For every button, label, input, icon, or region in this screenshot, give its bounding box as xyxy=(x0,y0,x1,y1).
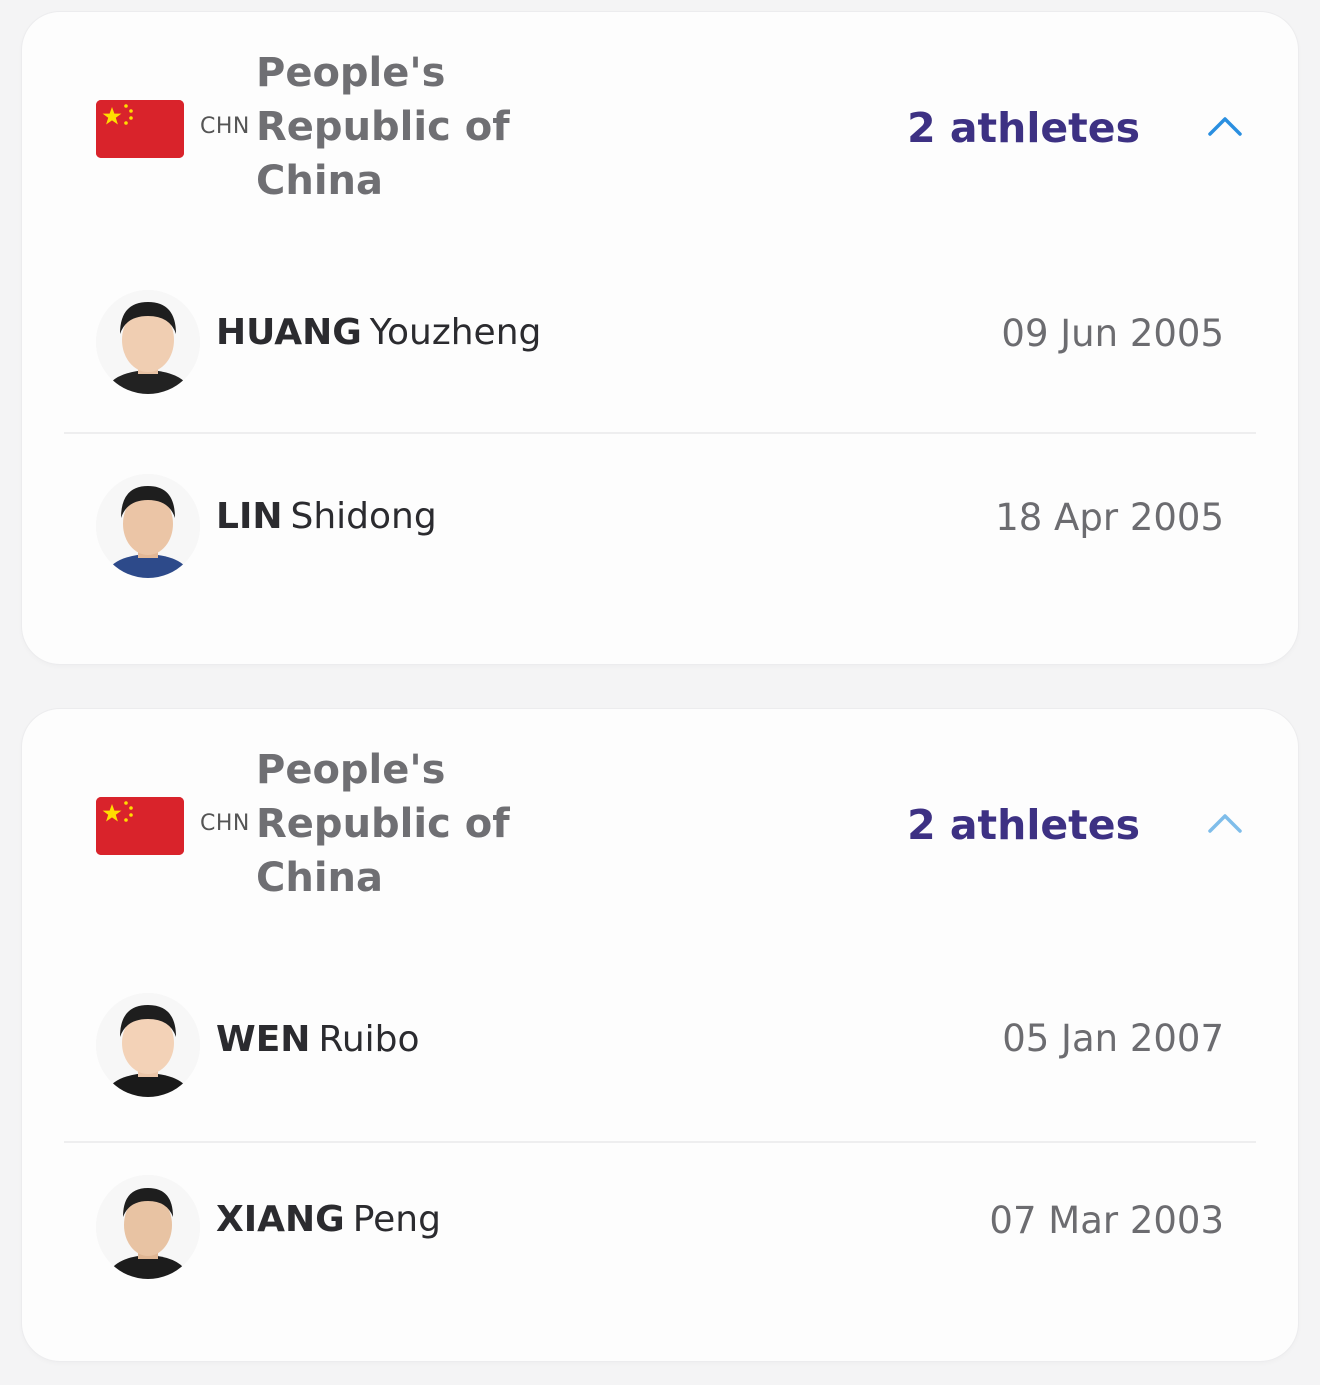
country-code: CHN xyxy=(200,811,250,836)
china-flag-icon xyxy=(96,797,184,855)
country-name: People's Republic of China xyxy=(256,747,510,901)
athlete-surname: LIN xyxy=(216,496,283,537)
country-code: CHN xyxy=(200,114,250,139)
athlete-list: HUANG Youzheng 09 Jun 2005 LIN Shidong 1… xyxy=(22,248,1298,618)
athlete-surname: HUANG xyxy=(216,312,362,353)
athlete-photo xyxy=(96,1175,200,1279)
athlete-row[interactable]: LIN Shidong 18 Apr 2005 xyxy=(64,432,1256,618)
country-group-card: CHN People's Republic of China 2 athlete… xyxy=(22,12,1298,664)
athlete-surname: WEN xyxy=(216,1019,311,1060)
athlete-given-name: Youzheng xyxy=(369,312,542,353)
athlete-date-of-birth: 05 Jan 2007 xyxy=(1002,1017,1224,1060)
athlete-name: WEN Ruibo xyxy=(216,1019,420,1060)
athletes-list-page: CHN People's Republic of China 2 athlete… xyxy=(0,0,1320,1385)
athlete-row[interactable]: WEN Ruibo 05 Jan 2007 xyxy=(64,941,1256,1141)
athlete-surname: XIANG xyxy=(216,1199,345,1240)
country-name: People's Republic of China xyxy=(256,50,510,204)
athlete-count: 2 athletes xyxy=(907,801,1140,849)
athlete-date-of-birth: 09 Jun 2005 xyxy=(1001,312,1224,355)
athlete-photo xyxy=(96,993,200,1097)
athlete-photo xyxy=(96,474,200,578)
athlete-name: HUANG Youzheng xyxy=(216,312,541,353)
country-group-header[interactable]: CHN People's Republic of China 2 athlete… xyxy=(22,12,1298,248)
athlete-photo xyxy=(96,290,200,394)
country-group-card: CHN People's Republic of China 2 athlete… xyxy=(22,709,1298,1361)
chevron-up-icon[interactable] xyxy=(1206,112,1244,138)
athlete-count: 2 athletes xyxy=(907,104,1140,152)
athlete-list: WEN Ruibo 05 Jan 2007 XIANG Peng 07 Mar … xyxy=(22,941,1298,1327)
athlete-row[interactable]: XIANG Peng 07 Mar 2003 xyxy=(64,1141,1256,1327)
athlete-given-name: Peng xyxy=(352,1199,441,1240)
chevron-up-icon[interactable] xyxy=(1206,809,1244,835)
athlete-name: XIANG Peng xyxy=(216,1199,441,1240)
athlete-date-of-birth: 07 Mar 2003 xyxy=(989,1199,1224,1242)
athlete-date-of-birth: 18 Apr 2005 xyxy=(995,496,1224,539)
athlete-given-name: Shidong xyxy=(290,496,437,537)
athlete-name: LIN Shidong xyxy=(216,496,437,537)
china-flag-icon xyxy=(96,100,184,158)
country-group-header[interactable]: CHN People's Republic of China 2 athlete… xyxy=(22,709,1298,945)
athlete-row[interactable]: HUANG Youzheng 09 Jun 2005 xyxy=(64,248,1256,432)
athlete-given-name: Ruibo xyxy=(318,1019,420,1060)
